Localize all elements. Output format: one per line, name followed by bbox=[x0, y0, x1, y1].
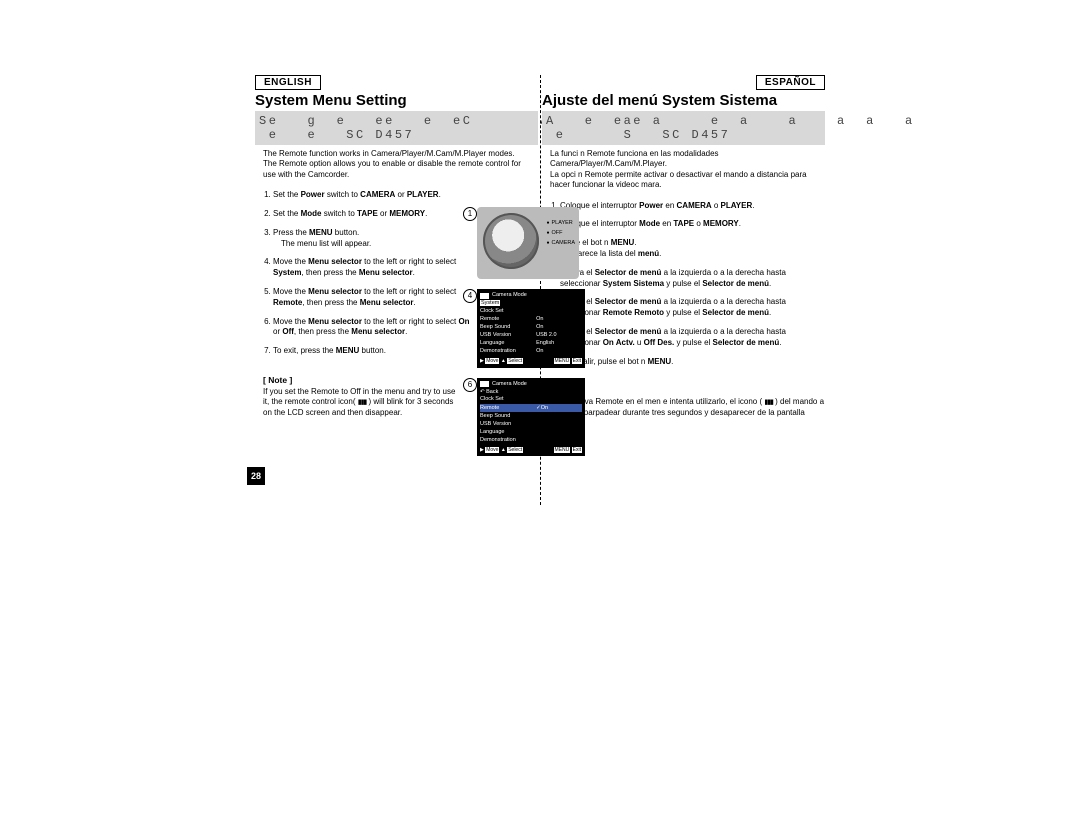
dial-label-camera: CAMERA bbox=[546, 239, 575, 249]
step-item: Move the Menu selector to the left or ri… bbox=[273, 317, 473, 339]
step-item: Mueva el Selector de menú a la izquierda… bbox=[560, 327, 821, 349]
power-dial-illustration: PLAYER OFF CAMERA bbox=[477, 207, 579, 279]
note-text-en: If you set the Remote to Off in the menu… bbox=[263, 387, 463, 418]
center-figures: 1 PLAYER OFF CAMERA 4 Camera Mode System… bbox=[477, 207, 597, 456]
step-item: Set the Power switch to CAMERA or PLAYER… bbox=[273, 190, 473, 201]
camcorder-icon bbox=[480, 381, 489, 387]
steps-en: Set the Power switch to CAMERA or PLAYER… bbox=[255, 190, 473, 357]
figure-number-1: 1 bbox=[463, 207, 477, 221]
step-item: Mueva el Selector de menú a la izquierda… bbox=[560, 268, 821, 290]
lcd6-menu-table: Clock SetRemote✓OnBeep SoundUSB VersionL… bbox=[480, 396, 582, 445]
step-item: Move the Menu selector to the left or ri… bbox=[273, 257, 473, 279]
step-item: Pulse el bot n MENU.Aparece la lista del… bbox=[560, 238, 821, 260]
lcd4-menu-table: Clock SetRemoteOnBeep SoundOnUSB Version… bbox=[480, 307, 582, 356]
subheading-es: A e eae a e a a a a a e S SC D457 bbox=[542, 111, 825, 145]
lang-label-es: ESPAÑOL bbox=[756, 75, 825, 90]
step-item: Move the Menu selector to the left or ri… bbox=[273, 287, 473, 309]
step-item: Coloque el interruptor Mode en TAPE o ME… bbox=[560, 219, 821, 230]
subheading-en: Se g e ee e eC A e e e SC D457 bbox=[255, 111, 538, 145]
intro-en: The Remote function works in Camera/Play… bbox=[255, 145, 538, 184]
page-number: 28 bbox=[247, 467, 265, 485]
camcorder-icon bbox=[480, 293, 489, 299]
figure-number-4: 4 bbox=[463, 289, 477, 303]
step-item: Para salir, pulse el bot n MENU. bbox=[560, 357, 821, 368]
heading-en: System Menu Setting bbox=[255, 92, 538, 109]
step-item: Set the Mode switch to TAPE or MEMORY. bbox=[273, 209, 473, 220]
lcd-screen-4: Camera Mode System Clock SetRemoteOnBeep… bbox=[477, 289, 585, 368]
step-item: Press the MENU button.The menu list will… bbox=[273, 228, 473, 250]
heading-es: Ajuste del menú System Sistema bbox=[542, 92, 825, 109]
dial-label-player: PLAYER bbox=[546, 219, 575, 229]
step-item: To exit, press the MENU button. bbox=[273, 346, 473, 357]
step-item: Coloque el interruptor Power en CAMERA o… bbox=[560, 201, 821, 212]
lang-label-en: ENGLISH bbox=[255, 75, 321, 90]
intro-es: La funci n Remote funciona en las modali… bbox=[542, 145, 825, 195]
manual-page: ENGLISH System Menu Setting Se g e ee e … bbox=[255, 75, 825, 429]
figure-number-6: 6 bbox=[463, 378, 477, 392]
dial-label-off: OFF bbox=[546, 229, 575, 239]
step-item: Mueva el Selector de menú a la izquierda… bbox=[560, 297, 821, 319]
lcd-screen-6: Camera Mode ↶ Back Clock SetRemote✓OnBee… bbox=[477, 378, 585, 457]
